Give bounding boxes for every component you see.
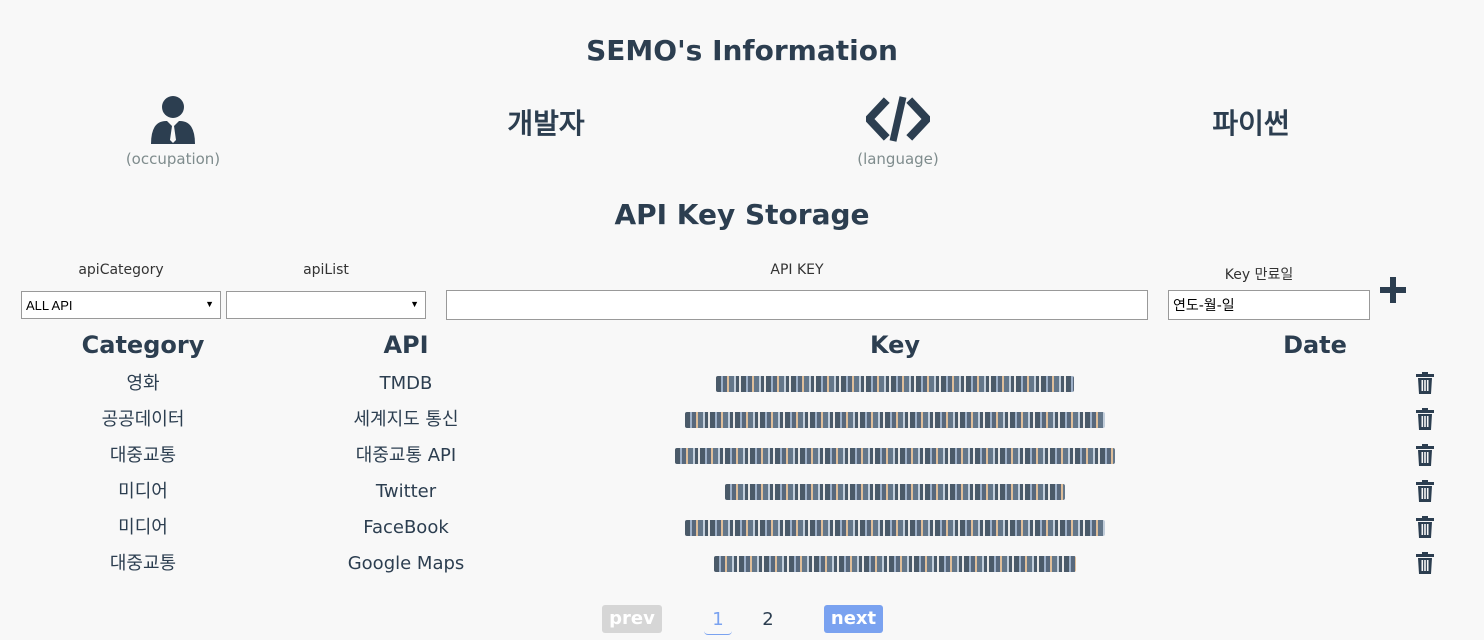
row-api: TMDB <box>379 373 433 394</box>
column-header-key: Key <box>869 331 921 359</box>
row-date <box>1215 438 1415 474</box>
row-key <box>595 438 1195 474</box>
row-api: Twitter <box>375 481 437 502</box>
trash-icon <box>1416 480 1434 502</box>
page-title: SEMO's Information <box>586 34 898 67</box>
table-row: 영화 TMDB <box>0 366 1484 402</box>
dropdown-arrow-icon: ▼ <box>410 299 419 309</box>
delete-row-button[interactable] <box>1416 372 1434 398</box>
delete-row-button[interactable] <box>1416 516 1434 542</box>
table-row: 미디어 FaceBook <box>0 510 1484 546</box>
plus-icon <box>1380 277 1406 303</box>
row-date <box>1215 402 1415 438</box>
row-key <box>595 366 1195 402</box>
column-header-date: Date <box>1283 331 1347 359</box>
row-category: 영화 <box>126 373 160 394</box>
user-tie-icon <box>148 94 198 148</box>
row-category: 대중교통 <box>109 553 177 574</box>
row-category: 대중교통 <box>109 445 177 466</box>
delete-row-button[interactable] <box>1416 408 1434 434</box>
dropdown-arrow-icon: ▼ <box>205 299 214 309</box>
row-api: FaceBook <box>363 517 449 538</box>
trash-icon <box>1416 372 1434 394</box>
row-category: 미디어 <box>118 481 168 502</box>
row-category: 공공데이터 <box>101 409 185 430</box>
language-caption: (language) <box>857 150 939 168</box>
api-category-selected: ALL API <box>26 297 73 313</box>
trash-icon <box>1416 408 1434 430</box>
api-key-label: API KEY <box>770 262 824 278</box>
trash-icon <box>1416 444 1434 466</box>
storage-title: API Key Storage <box>614 198 870 231</box>
next-page-button[interactable]: next <box>824 605 883 633</box>
trash-icon <box>1416 552 1434 574</box>
api-category-label: apiCategory <box>78 262 164 278</box>
occupation-caption: (occupation) <box>125 150 221 168</box>
row-date <box>1215 366 1415 402</box>
page-1-link[interactable]: 1 <box>704 606 732 635</box>
row-api: 대중교통 API <box>355 445 457 466</box>
column-header-category: Category <box>81 331 205 359</box>
row-api: 세계지도 통신 <box>353 409 459 430</box>
row-date <box>1215 546 1415 582</box>
table-row: 공공데이터 세계지도 통신 <box>0 402 1484 438</box>
api-key-input[interactable] <box>446 290 1148 320</box>
trash-icon <box>1416 516 1434 538</box>
occupation-value: 개발자 <box>507 107 585 140</box>
language-value: 파이썬 <box>1212 107 1290 140</box>
row-api: Google Maps <box>347 553 465 574</box>
prev-page-button[interactable]: prev <box>602 605 662 633</box>
code-icon <box>863 95 933 149</box>
row-date <box>1215 510 1415 546</box>
row-date <box>1215 474 1415 510</box>
add-key-button[interactable] <box>1379 276 1407 306</box>
table-row: 대중교통 Google Maps <box>0 546 1484 582</box>
row-category: 미디어 <box>118 517 168 538</box>
api-list-label: apiList <box>303 262 349 278</box>
table-row: 미디어 Twitter <box>0 474 1484 510</box>
api-list-select[interactable]: ▼ <box>226 291 426 319</box>
page-2-link[interactable]: 2 <box>754 606 782 634</box>
row-key <box>595 474 1195 510</box>
row-key <box>595 510 1195 546</box>
row-key <box>595 546 1195 582</box>
row-key <box>595 402 1195 438</box>
key-expire-date-input[interactable]: 연도-월-일 <box>1168 290 1370 320</box>
key-expire-label: Key 만료일 <box>1224 267 1294 283</box>
key-expire-placeholder: 연도-월-일 <box>1173 298 1235 314</box>
delete-row-button[interactable] <box>1416 552 1434 578</box>
api-category-select[interactable]: ALL API ▼ <box>21 291 221 319</box>
delete-row-button[interactable] <box>1416 480 1434 506</box>
column-header-api: API <box>383 331 429 359</box>
table-row: 대중교통 대중교통 API <box>0 438 1484 474</box>
delete-row-button[interactable] <box>1416 444 1434 470</box>
